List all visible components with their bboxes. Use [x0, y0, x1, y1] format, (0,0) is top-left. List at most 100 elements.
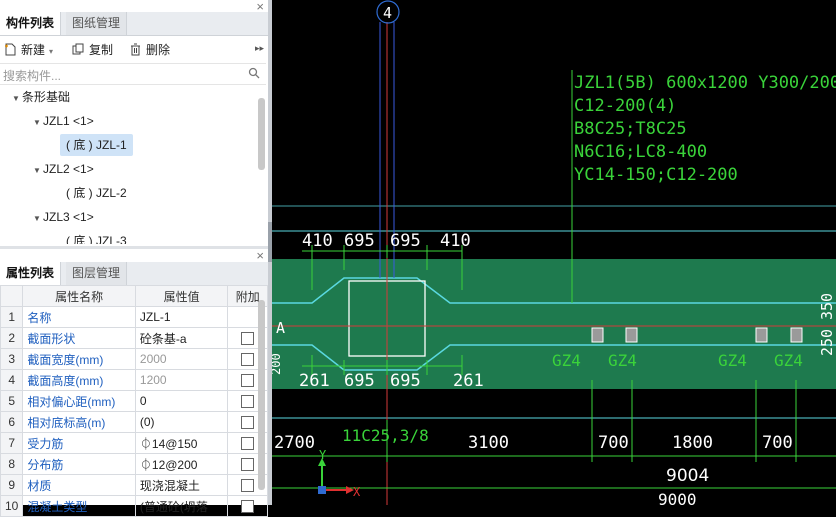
attach-checkbox[interactable]: [241, 416, 255, 430]
tree-item-jzl-3[interactable]: ( 底 ) JZL-3: [66, 230, 127, 244]
dim-text: 700: [598, 433, 629, 453]
search-input[interactable]: 搜索构件...: [3, 67, 61, 84]
row-index: 3: [0, 348, 24, 370]
gz-label: GZ4: [718, 351, 747, 370]
tree-item-jzl-1[interactable]: ( 底 ) JZL-1: [60, 134, 133, 156]
property-value[interactable]: ⏀12@200: [134, 453, 229, 475]
tree-group-jzl3[interactable]: ▼ JZL3 <1>: [33, 206, 94, 228]
gz-label: GZ4: [552, 351, 581, 370]
table-row[interactable]: 1 名称 JZL-1: [0, 306, 268, 328]
property-name: 截面高度(mm): [22, 369, 136, 391]
delete-button[interactable]: 删除: [129, 41, 170, 59]
attach-checkbox[interactable]: [241, 479, 255, 493]
new-dropdown-icon[interactable]: ▾: [49, 47, 53, 56]
gz-column: [790, 327, 803, 343]
table-row[interactable]: 3 截面宽度(mm) 2000: [0, 348, 268, 370]
table-row[interactable]: 9 材质 现浇混凝土: [0, 474, 268, 496]
property-name: 名称: [22, 306, 136, 328]
table-row[interactable]: 5 相对偏心距(mm) 0: [0, 390, 268, 412]
tree-root-label: 条形基础: [22, 90, 71, 104]
property-value[interactable]: JZL-1: [134, 306, 229, 328]
right-dim-text: 350: [818, 293, 836, 320]
tree-group-jzl1[interactable]: ▼ JZL1 <1>: [33, 110, 94, 132]
row-index: 2: [0, 327, 24, 349]
dim-text: 2700: [274, 433, 315, 453]
component-tree-scrollbar[interactable]: [258, 98, 265, 170]
total-dim-text-2: 9000: [658, 490, 697, 505]
trash-icon: [131, 43, 140, 56]
new-icon: [5, 43, 16, 56]
attach-checkbox[interactable]: [241, 500, 255, 514]
property-value[interactable]: (0): [134, 411, 229, 433]
attach-checkbox[interactable]: [241, 458, 255, 472]
attach-checkbox[interactable]: [241, 437, 255, 451]
search-icon[interactable]: [248, 67, 260, 79]
left-panel: 构件列表 图纸管理 × 新建 ▾ 复制 删除 ▸▸ 搜索构件... ▼ 条形基础 ▼…: [0, 0, 268, 517]
attach-checkbox[interactable]: [241, 353, 255, 367]
row-index: 6: [0, 411, 24, 433]
tree-group-jzl2[interactable]: ▼ JZL2 <1>: [33, 158, 94, 180]
tab-property-list[interactable]: 属性列表: [0, 262, 62, 285]
tree-root-strip-foundation[interactable]: ▼ 条形基础: [12, 86, 70, 108]
property-value-header: 属性值: [134, 285, 229, 307]
property-name: 受力筋: [22, 432, 136, 454]
property-header-row: 属性名称 属性值 附加: [0, 285, 268, 307]
table-row[interactable]: 7 受力筋 ⏀14@150: [0, 432, 268, 454]
tab-drawing-management[interactable]: 图纸管理: [66, 12, 128, 35]
annotation-line: YC14-150;C12-200: [574, 165, 738, 185]
property-table: 属性名称 属性值 附加 1 名称 JZL-1 2 截面形状 砼条基-a 3 截面宽度(mm…: [0, 285, 268, 517]
component-tabbar: 构件列表 图纸管理: [0, 12, 268, 36]
component-search[interactable]: 搜索构件...: [0, 63, 266, 85]
property-value[interactable]: 2000: [134, 348, 229, 370]
property-name: 材质: [22, 474, 136, 496]
attach-checkbox[interactable]: [241, 395, 255, 409]
tab-component-list[interactable]: 构件列表: [0, 12, 62, 35]
annotation-line: N6C16;LC8-400: [574, 142, 707, 162]
beam-annotation: JZL1(5B) 600x1200 Y300/200 C12-200(4) B8…: [574, 73, 836, 185]
property-name-header: 属性名称: [22, 285, 136, 307]
index-header: [0, 285, 24, 307]
property-name: 相对偏心距(mm): [22, 390, 136, 412]
property-value[interactable]: ⏀14@150: [134, 432, 229, 454]
property-value[interactable]: 1200: [134, 369, 229, 391]
table-row[interactable]: 10 混凝土类型 (普通砼(坍落: [0, 495, 268, 517]
mid-dimension-texts: 261 695 695 261: [299, 371, 484, 391]
copy-button[interactable]: 复制: [72, 41, 113, 59]
property-value[interactable]: 砼条基-a: [134, 327, 229, 349]
property-panel-close-icon[interactable]: ×: [256, 249, 264, 263]
property-table-scrollbar[interactable]: [258, 300, 265, 490]
property-value[interactable]: 0: [134, 390, 229, 412]
expand-icon[interactable]: ▼: [33, 112, 43, 134]
rebar-label: 11C25,3/8: [342, 426, 429, 445]
property-value[interactable]: 现浇混凝土: [134, 474, 229, 496]
attach-checkbox[interactable]: [241, 374, 255, 388]
toolbar-overflow-icon[interactable]: ▸▸: [255, 43, 264, 54]
property-name: 截面宽度(mm): [22, 348, 136, 370]
expand-icon[interactable]: ▼: [12, 88, 22, 110]
row-index: 7: [0, 432, 24, 454]
cad-viewport[interactable]: 4 A JZL1(5B) 600x1200 Y300/200 C12-200(4…: [272, 0, 836, 505]
property-value[interactable]: (普通砼(坍落: [134, 495, 229, 517]
tree-item-jzl-2[interactable]: ( 底 ) JZL-2: [66, 182, 127, 204]
table-row[interactable]: 2 截面形状 砼条基-a: [0, 327, 268, 349]
expand-icon[interactable]: ▼: [33, 208, 43, 230]
dim-text: 261: [453, 371, 484, 391]
tab-layer-management[interactable]: 图层管理: [66, 262, 128, 285]
axis-number-top: 4: [383, 4, 392, 22]
table-row[interactable]: 6 相对底标高(m) (0): [0, 411, 268, 433]
component-panel-close-icon[interactable]: ×: [256, 0, 264, 14]
new-button[interactable]: 新建 ▾: [4, 41, 53, 59]
ucs-y-label: Y: [319, 448, 327, 462]
gz-column: [625, 327, 638, 343]
tree-clip: ( 底 ) JZL-3: [0, 230, 258, 244]
dim-text: 410: [302, 231, 333, 251]
dim-text: 410: [440, 231, 471, 251]
expand-icon[interactable]: ▼: [33, 160, 43, 182]
new-label: 新建: [21, 43, 46, 57]
dim-text: 695: [344, 371, 375, 391]
table-row[interactable]: 4 截面高度(mm) 1200: [0, 369, 268, 391]
table-row[interactable]: 8 分布筋 ⏀12@200: [0, 453, 268, 475]
panel-divider[interactable]: [0, 246, 268, 249]
tree-group-label: JZL2 <1>: [43, 162, 94, 176]
attach-checkbox[interactable]: [241, 332, 255, 346]
